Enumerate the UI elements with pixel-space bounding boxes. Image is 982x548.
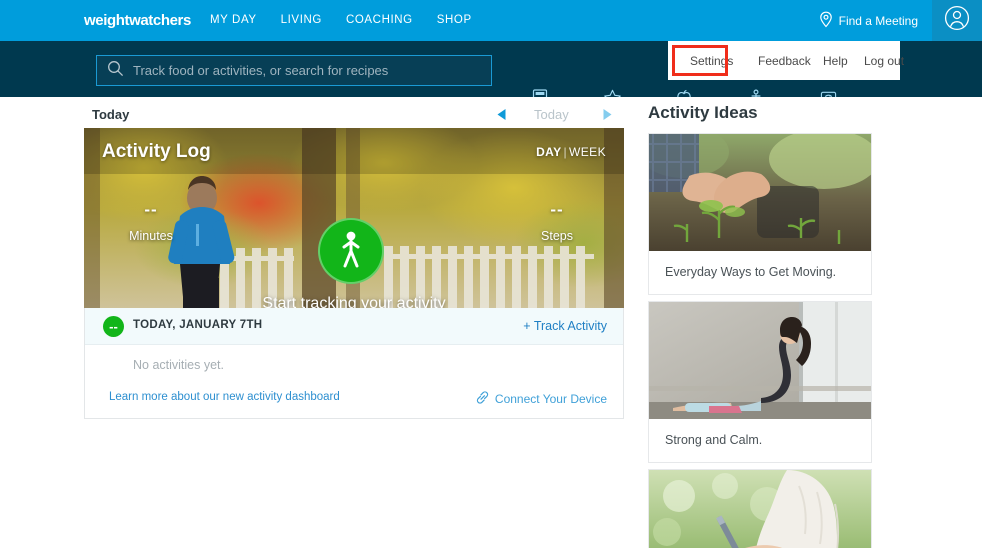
rail-title: Activity Ideas <box>648 103 758 122</box>
menu-item-settings[interactable]: Settings <box>690 54 733 68</box>
brand-logo[interactable]: weightwatchers <box>84 12 191 29</box>
page-title: Today <box>92 107 130 122</box>
idea-card[interactable] <box>648 469 872 548</box>
top-header-right: Find a Meeting <box>813 0 982 41</box>
link-icon <box>475 390 490 407</box>
minutes-label: Minutes <box>129 229 173 243</box>
day-week-toggle[interactable]: DAY | WEEK <box>536 145 606 159</box>
menu-item-help[interactable]: Help <box>823 54 848 68</box>
log-status-badge: -- <box>103 316 124 337</box>
track-activity-button[interactable]: + Track Activity <box>523 319 607 333</box>
location-pin-icon <box>819 11 833 31</box>
idea-caption: Strong and Calm. <box>665 433 763 447</box>
search-icon <box>107 60 124 82</box>
woman-doing-yoga-cobra-pose-photo <box>649 302 871 419</box>
hero-title: Activity Log <box>102 141 211 162</box>
primary-nav: MY DAY LIVING COACHING SHOP <box>210 14 472 26</box>
woman-writing-in-notebook-photo <box>649 470 871 548</box>
account-dropdown-menu: Settings Feedback Help Log out <box>668 41 904 80</box>
walking-person-icon <box>334 229 368 274</box>
idea-card[interactable]: Everyday Ways to Get Moving. <box>648 133 872 295</box>
idea-caption: Everyday Ways to Get Moving. <box>665 265 837 279</box>
nav-item-living[interactable]: LIVING <box>281 14 322 26</box>
find-a-meeting-label: Find a Meeting <box>838 13 918 28</box>
search-input[interactable]: Track food or activities, or search for … <box>96 55 492 86</box>
current-date-label: Today <box>534 107 569 122</box>
connect-device-label: Connect Your Device <box>494 391 607 406</box>
activity-log-hero: Activity Log DAY | WEEK -- Minutes -- Step… <box>84 128 624 308</box>
nav-item-shop[interactable]: SHOP <box>437 14 472 26</box>
steps-value: -- <box>550 200 564 219</box>
nav-item-my-day[interactable]: MY DAY <box>210 14 257 26</box>
toggle-separator: | <box>563 145 568 159</box>
account-avatar-button[interactable] <box>932 0 982 41</box>
empty-state-text: No activities yet. <box>133 358 225 372</box>
nav-item-coaching[interactable]: COACHING <box>346 14 413 26</box>
connect-device-link[interactable]: Connect Your Device <box>475 390 607 407</box>
menu-item-log-out[interactable]: Log out <box>864 54 904 68</box>
steps-stat: -- Steps <box>512 200 602 243</box>
start-tracking-button[interactable] <box>318 218 384 284</box>
minutes-value: -- <box>144 200 158 219</box>
triangle-right-icon[interactable] <box>602 108 613 126</box>
activity-log-panel: -- TODAY, JANUARY 7TH + Track Activity N… <box>84 308 624 419</box>
find-a-meeting-button[interactable]: Find a Meeting <box>813 0 932 41</box>
date-navigator: Today <box>496 105 626 125</box>
hero-cta-text: Start tracking your activity <box>262 295 446 308</box>
hands-planting-seedling-photo <box>649 134 871 251</box>
menu-item-feedback[interactable]: Feedback <box>758 54 811 68</box>
log-date-heading: TODAY, JANUARY 7TH <box>133 319 263 331</box>
triangle-left-icon[interactable] <box>496 108 507 126</box>
minutes-stat: -- Minutes <box>106 200 196 243</box>
idea-card[interactable]: Strong and Calm. <box>648 301 872 463</box>
top-header-bar: weightwatchers MY DAY LIVING COACHING SH… <box>0 0 982 41</box>
toggle-day[interactable]: DAY <box>536 145 561 159</box>
toggle-week[interactable]: WEEK <box>569 145 606 159</box>
learn-more-link[interactable]: Learn more about our new activity dashbo… <box>109 391 340 403</box>
weightwatchers-activity-page: weightwatchers MY DAY LIVING COACHING SH… <box>0 0 982 548</box>
user-avatar-icon <box>944 5 970 36</box>
steps-label: Steps <box>541 229 573 243</box>
activity-ideas-rail: Activity Ideas Everyday Ways to Get Movi… <box>648 97 982 548</box>
search-placeholder: Track food or activities, or search for … <box>133 63 389 78</box>
